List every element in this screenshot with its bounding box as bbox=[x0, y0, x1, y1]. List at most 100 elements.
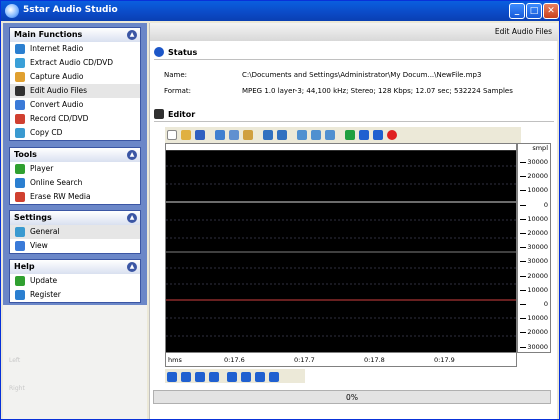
panel-help: Help ▲ Update Register bbox=[9, 259, 141, 303]
update-icon bbox=[15, 276, 25, 286]
save-icon[interactable] bbox=[195, 130, 205, 140]
amplitude-scale: smpl 30000 20000 10000 0 10000 20000 30000 3000… bbox=[517, 143, 551, 353]
scroll-right-icon[interactable] bbox=[241, 372, 251, 382]
panel-header[interactable]: Main Functions ▲ bbox=[10, 28, 140, 42]
sidebar-item-label: Internet Radio bbox=[30, 44, 84, 53]
convert-icon bbox=[15, 100, 25, 110]
panel-header[interactable]: Tools ▲ bbox=[10, 148, 140, 162]
zoom-in-icon[interactable] bbox=[297, 130, 307, 140]
editor-section-title: Editor bbox=[154, 109, 195, 119]
status-icon bbox=[154, 47, 164, 57]
app-icon bbox=[5, 4, 19, 18]
scale-label: 30000 bbox=[527, 257, 548, 266]
open-file-icon[interactable] bbox=[181, 130, 191, 140]
stop-icon[interactable] bbox=[373, 130, 383, 140]
right-channel-label: Right bbox=[9, 385, 25, 392]
sidebar-item[interactable]: Internet Radio bbox=[10, 42, 140, 56]
zoom-fit-icon[interactable] bbox=[325, 130, 335, 140]
scale-label: 30000 bbox=[527, 342, 548, 351]
sidebar-item[interactable]: General bbox=[10, 225, 140, 239]
copy-cd-icon bbox=[15, 128, 25, 138]
sidebar-item[interactable]: Register bbox=[10, 288, 140, 302]
panel-settings: Settings ▲ General View bbox=[9, 210, 141, 254]
copy-icon[interactable] bbox=[229, 130, 239, 140]
undo-icon[interactable] bbox=[263, 130, 273, 140]
waveform-view[interactable] bbox=[165, 143, 517, 353]
horizontal-zoom-icon[interactable] bbox=[181, 372, 191, 382]
left-channel-label: Left bbox=[9, 357, 21, 364]
scale-label: 10000 bbox=[527, 314, 548, 323]
vertical-zoom-icon[interactable] bbox=[195, 372, 205, 382]
sidebar-item-label: Online Search bbox=[30, 178, 83, 187]
scale-tick bbox=[520, 332, 526, 334]
scale-label: 30000 bbox=[527, 243, 548, 252]
title-bar[interactable]: 5star Audio Studio _ □ ✕ bbox=[1, 1, 559, 21]
sidebar-item-label: General bbox=[30, 227, 60, 236]
scale-label: 20000 bbox=[527, 271, 548, 280]
scale-tick bbox=[520, 261, 526, 263]
panel-header[interactable]: Settings ▲ bbox=[10, 211, 140, 225]
scroll-left-icon[interactable] bbox=[227, 372, 237, 382]
sidebar-item[interactable]: Edit Audio Files bbox=[10, 84, 140, 98]
app-window: 5star Audio Studio _ □ ✕ Main Functions … bbox=[0, 0, 560, 420]
timeline-label: 0:17.7 bbox=[294, 356, 315, 364]
zoom-selection-icon[interactable] bbox=[209, 372, 219, 382]
sidebar-item[interactable]: Update bbox=[10, 274, 140, 288]
scale-tick bbox=[520, 218, 526, 220]
collapse-icon[interactable]: ▲ bbox=[127, 150, 137, 160]
search-icon bbox=[15, 178, 25, 188]
scale-tick bbox=[520, 304, 526, 305]
fit-all-icon[interactable] bbox=[255, 372, 265, 382]
format-value: MPEG 1.0 layer-3; 44,100 kHz; Stereo; 12… bbox=[242, 87, 513, 95]
capture-icon bbox=[15, 72, 25, 82]
scale-label: 10000 bbox=[527, 214, 548, 223]
sidebar-item[interactable]: Erase RW Media bbox=[10, 190, 140, 204]
redo-icon[interactable] bbox=[277, 130, 287, 140]
tab-title: Edit Audio Files bbox=[494, 27, 552, 36]
scale-tick bbox=[520, 233, 526, 234]
panel-tools: Tools ▲ Player Online Search Erase RW Medi… bbox=[9, 147, 141, 205]
collapse-icon[interactable]: ▲ bbox=[127, 30, 137, 40]
paste-icon[interactable] bbox=[243, 130, 253, 140]
sidebar-item[interactable]: Convert Audio bbox=[10, 98, 140, 112]
window-title: 5star Audio Studio bbox=[23, 5, 118, 15]
zoom-vertical-icon[interactable] bbox=[269, 372, 279, 382]
maximize-button[interactable]: □ bbox=[526, 3, 542, 19]
scale-tick bbox=[520, 318, 526, 320]
sidebar-item[interactable]: Online Search bbox=[10, 176, 140, 190]
scale-label: 0 bbox=[543, 300, 548, 308]
scale-tick bbox=[520, 176, 526, 178]
sidebar-item[interactable]: Player bbox=[10, 162, 140, 176]
waveform-zoom-icon[interactable] bbox=[167, 372, 177, 382]
panel-title: Help bbox=[14, 262, 35, 271]
radio-icon bbox=[15, 44, 25, 54]
sidebar-item-label: Extract Audio CD/DVD bbox=[30, 58, 114, 67]
panel-title: Settings bbox=[14, 213, 52, 222]
sidebar-item[interactable]: Capture Audio bbox=[10, 70, 140, 84]
close-button[interactable]: ✕ bbox=[543, 3, 559, 19]
cut-icon[interactable] bbox=[215, 130, 225, 140]
collapse-icon[interactable]: ▲ bbox=[127, 262, 137, 272]
sidebar-item[interactable]: Copy CD bbox=[10, 126, 140, 140]
main-header: Edit Audio Files bbox=[150, 23, 558, 41]
new-file-icon[interactable] bbox=[167, 130, 177, 140]
timeline[interactable]: hms 0:17.6 0:17.7 0:17.8 0:17.9 bbox=[165, 353, 517, 367]
sidebar-item[interactable]: Record CD/DVD bbox=[10, 112, 140, 126]
scale-label: 20000 bbox=[527, 328, 548, 337]
format-label: Format: bbox=[164, 87, 192, 95]
zoom-out-icon[interactable] bbox=[311, 130, 321, 140]
scale-tick bbox=[520, 190, 526, 192]
collapse-icon[interactable]: ▲ bbox=[127, 213, 137, 223]
edit-icon bbox=[15, 86, 25, 96]
panel-header[interactable]: Help ▲ bbox=[10, 260, 140, 274]
pause-icon[interactable] bbox=[359, 130, 369, 140]
minimize-button[interactable]: _ bbox=[509, 3, 525, 19]
sidebar-item[interactable]: View bbox=[10, 239, 140, 253]
play-icon bbox=[15, 164, 25, 174]
record-icon[interactable] bbox=[387, 130, 397, 140]
timeline-unit: hms bbox=[168, 356, 182, 364]
status-section-title: Status bbox=[154, 47, 197, 57]
sidebar-item[interactable]: Extract Audio CD/DVD bbox=[10, 56, 140, 70]
panel-title: Main Functions bbox=[14, 30, 83, 39]
play-icon[interactable] bbox=[345, 130, 355, 140]
